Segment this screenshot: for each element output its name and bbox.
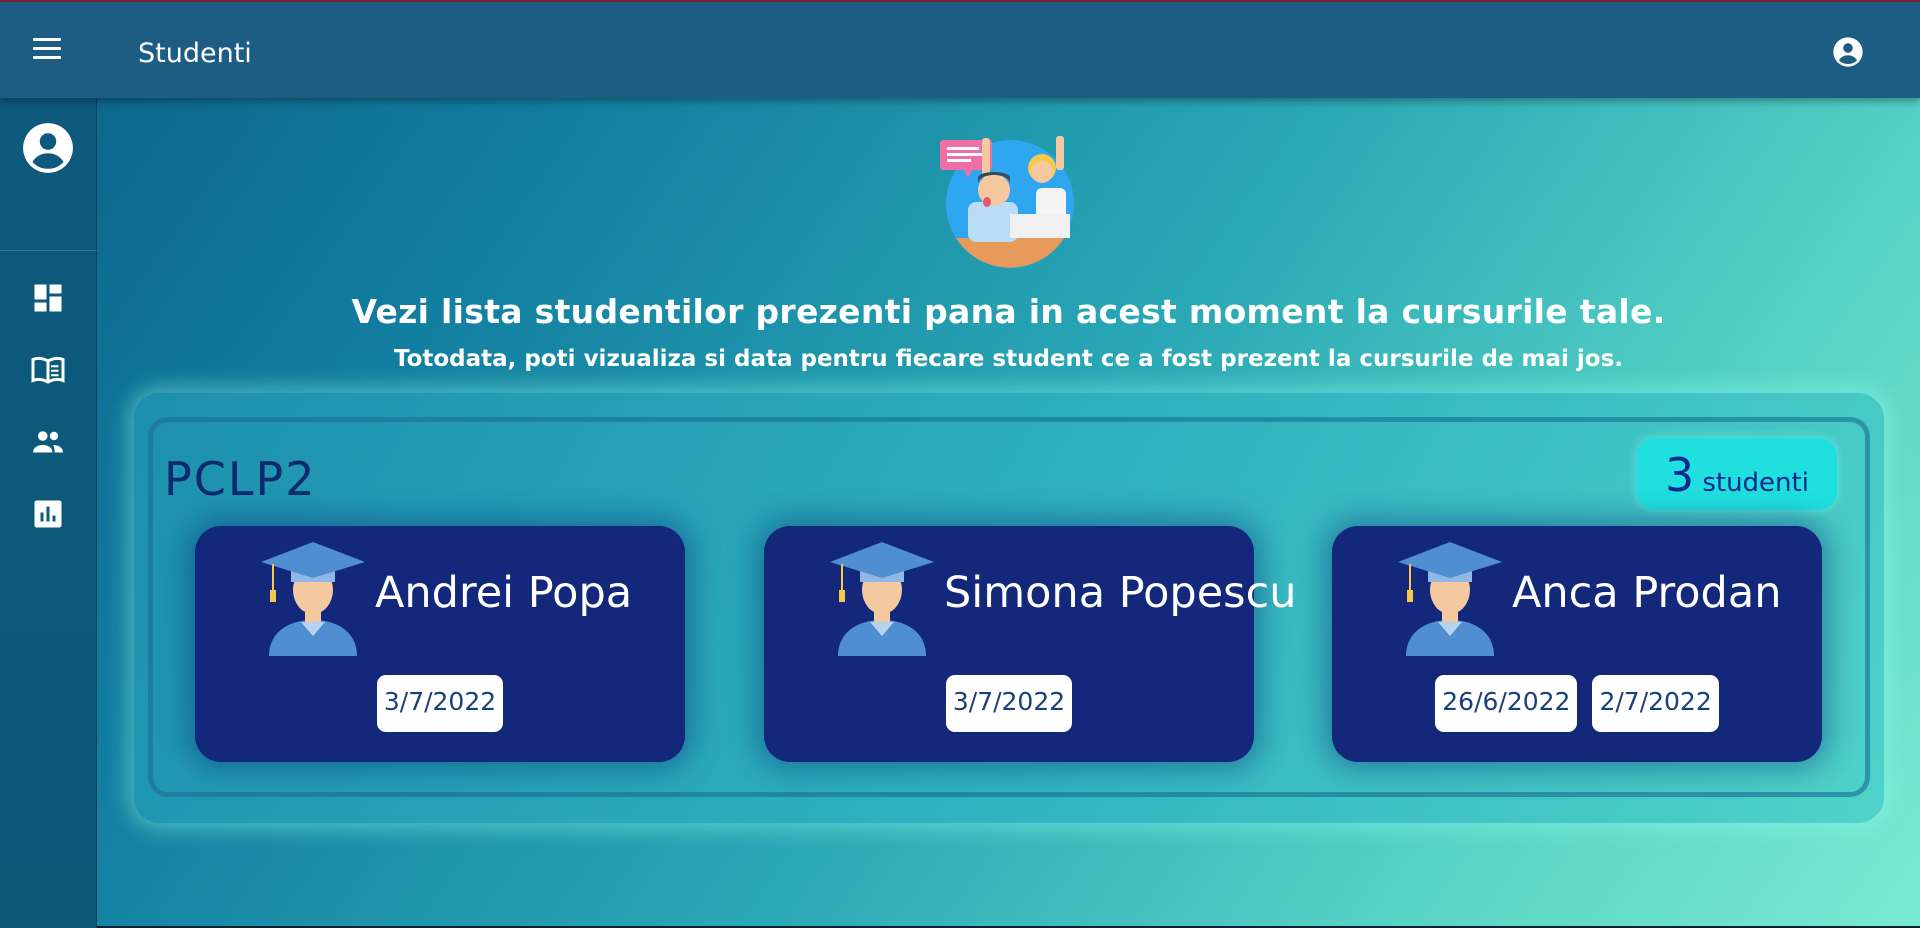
people-icon[interactable] <box>30 424 66 460</box>
student-card[interactable]: Andrei Popa 3/7/2022 <box>195 526 685 762</box>
student-count-badge: 3 studenti <box>1637 438 1837 510</box>
graduate-avatar-icon <box>261 542 365 656</box>
dashboard-icon[interactable] <box>30 280 66 316</box>
student-name: Andrei Popa <box>375 568 633 618</box>
course-title: PCLP2 <box>164 452 317 506</box>
page-title: Studenti <box>138 38 252 69</box>
student-name: Anca Prodan <box>1512 568 1782 618</box>
students-raising-hands-illustration <box>940 136 1074 268</box>
account-circle-icon[interactable] <box>1832 36 1864 68</box>
student-count: 3 <box>1665 448 1695 502</box>
book-icon[interactable] <box>30 352 66 388</box>
sidebar-divider <box>0 250 97 251</box>
student-name: Simona Popescu <box>944 568 1297 618</box>
top-app-bar: Studenti <box>0 0 1920 98</box>
attendance-dates: 26/6/2022 2/7/2022 <box>1332 675 1822 732</box>
sidebar <box>0 98 97 928</box>
date-chip[interactable]: 3/7/2022 <box>376 675 504 732</box>
hero-subline: Totodata, poti vizualiza si data pentru … <box>393 346 1624 372</box>
hero-headline: Vezi lista studentilor prezenti pana in … <box>351 292 1666 331</box>
account-circle-icon[interactable] <box>22 122 74 174</box>
bar-chart-icon[interactable] <box>30 496 66 532</box>
attendance-dates: 3/7/2022 <box>195 675 685 732</box>
graduate-avatar-icon <box>830 542 934 656</box>
student-card[interactable]: Simona Popescu 3/7/2022 <box>764 526 1296 762</box>
graduate-avatar-icon <box>1398 542 1502 656</box>
date-chip[interactable]: 2/7/2022 <box>1592 675 1719 732</box>
date-chip[interactable]: 3/7/2022 <box>945 675 1073 732</box>
hamburger-menu-icon[interactable] <box>30 38 64 62</box>
date-chip[interactable]: 26/6/2022 <box>1435 675 1578 732</box>
attendance-dates: 3/7/2022 <box>764 675 1254 732</box>
student-count-label: studenti <box>1702 468 1809 498</box>
student-card[interactable]: Anca Prodan 26/6/2022 2/7/2022 <box>1332 526 1822 762</box>
